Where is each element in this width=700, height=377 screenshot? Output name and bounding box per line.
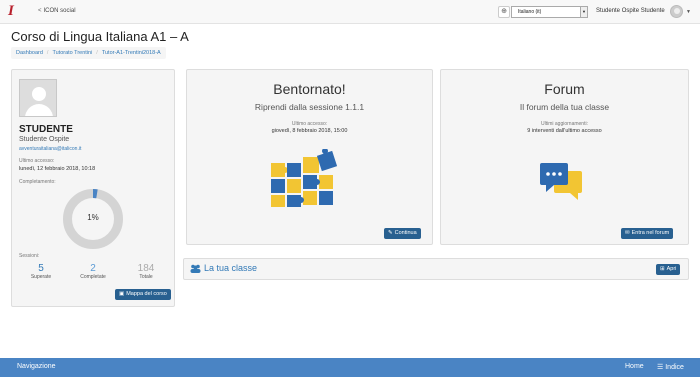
puzzle-icon — [271, 149, 338, 207]
top-navbar: I < ICON social ⊕ Italiano (it) ▼ Student… — [0, 0, 700, 24]
stat-total-value: 184 — [137, 263, 155, 274]
globe-icon[interactable]: ⊕ — [498, 6, 510, 18]
index-link[interactable]: ☰ Indice — [657, 363, 684, 371]
page-title: Corso di Lingua Italiana A1 – A — [11, 29, 189, 44]
student-avatar — [19, 79, 57, 117]
plus-square-icon: ⊞ — [660, 266, 665, 272]
sessions-label: Sessioni: — [19, 253, 40, 259]
breadcrumb-dashboard[interactable]: Dashboard — [16, 50, 43, 56]
forum-panel: Forum Il forum della tua classe Ultimi a… — [440, 69, 689, 245]
chevron-down-icon: ▼ — [580, 7, 587, 17]
breadcrumb-separator: / — [46, 50, 49, 56]
course-map-button-label: Mappa del corso — [126, 291, 167, 297]
continue-button[interactable]: ✎ Continua — [384, 228, 421, 239]
welcome-subtitle: Riprendi dalla sessione 1.1.1 — [254, 102, 365, 112]
enter-forum-button[interactable]: ✉ Entra nel forum — [621, 228, 674, 239]
student-role: STUDENTE — [19, 124, 73, 135]
completion-percent: 1% — [87, 213, 99, 222]
last-access-label: Ultimo accesso: — [19, 158, 55, 164]
class-title: La tua classe — [204, 263, 258, 273]
student-email[interactable]: avventuraitaliana@italicon.it — [19, 146, 81, 152]
footer-nav-bar: Navigazione Home ☰ Indice — [0, 358, 700, 377]
user-avatar[interactable] — [670, 5, 683, 18]
edit-icon: ✎ — [388, 230, 393, 236]
stat-passed-label: Superate — [30, 274, 52, 280]
home-link[interactable]: Home — [625, 363, 644, 370]
breadcrumb-separator: / — [96, 50, 98, 56]
list-icon: ☰ — [657, 364, 666, 371]
users-icon — [190, 264, 201, 273]
social-label: ICON social — [43, 8, 76, 14]
continue-button-label: Continua — [394, 230, 417, 236]
site-logo[interactable]: I — [8, 3, 14, 20]
stat-total-label: Totale — [139, 274, 153, 280]
welcome-access-label: Ultimo accesso: — [291, 121, 328, 127]
share-icon: < — [38, 8, 42, 14]
user-menu-name[interactable]: Studente Ospite Studente — [596, 8, 665, 14]
student-name: Studente Ospite — [19, 136, 70, 143]
chat-bubbles-icon — [540, 163, 582, 200]
stat-passed: 5 Superate — [21, 263, 61, 280]
welcome-title: Bentornato! — [273, 81, 346, 97]
welcome-access-value: giovedì, 8 febbraio 2018, 15:00 — [271, 128, 348, 134]
index-link-label: Indice — [665, 364, 684, 371]
stat-passed-value: 5 — [38, 263, 44, 274]
icon-social-link[interactable]: < ICON social — [38, 8, 76, 14]
forum-updates-label: Ultimi aggiornamenti: — [541, 121, 588, 127]
last-access-value: lunedì, 12 febbraio 2018, 10:18 — [19, 166, 96, 172]
breadcrumb-tutorato[interactable]: Tutorato Trentini — [52, 50, 92, 56]
class-title-link[interactable]: La tua classe — [190, 263, 257, 273]
forum-updates-value: 9 interventi dall'ultimo accesso — [527, 128, 602, 134]
map-icon: ▣ — [119, 291, 125, 297]
welcome-panel: Bentornato! Riprendi dalla sessione 1.1.… — [186, 69, 433, 245]
breadcrumb-course[interactable]: Tutor-A1-Trentini2018-A — [102, 50, 161, 56]
course-map-button[interactable]: ▣ Mappa del corso — [115, 289, 171, 300]
forum-subtitle: Il forum della tua classe — [519, 102, 610, 112]
class-bar: La tua classe ⊞ Apri — [183, 258, 689, 280]
user-menu-caret-icon[interactable]: ▼ — [686, 9, 691, 15]
comments-icon: ✉ — [625, 230, 630, 236]
open-class-button[interactable]: ⊞ Apri — [656, 264, 681, 275]
stat-total: 184 Totale — [126, 263, 166, 280]
stat-completed-label: Completate — [80, 274, 106, 280]
enter-forum-button-label: Entra nel forum — [631, 230, 670, 236]
forum-title: Forum — [544, 81, 585, 97]
stat-completed-value: 2 — [90, 263, 96, 274]
stat-completed: 2 Completate — [73, 263, 113, 280]
navigation-toggle[interactable]: Navigazione — [17, 363, 56, 370]
language-select[interactable]: Italiano (it) ▼ — [511, 6, 588, 18]
language-value: Italiano (it) — [518, 9, 542, 15]
completion-label: Completamento: — [19, 179, 56, 185]
open-class-button-label: Apri — [666, 266, 677, 272]
breadcrumb: Dashboard / Tutorato Trentini / Tutor-A1… — [11, 47, 166, 59]
student-panel: STUDENTE Studente Ospite avventuraitalia… — [11, 69, 175, 307]
